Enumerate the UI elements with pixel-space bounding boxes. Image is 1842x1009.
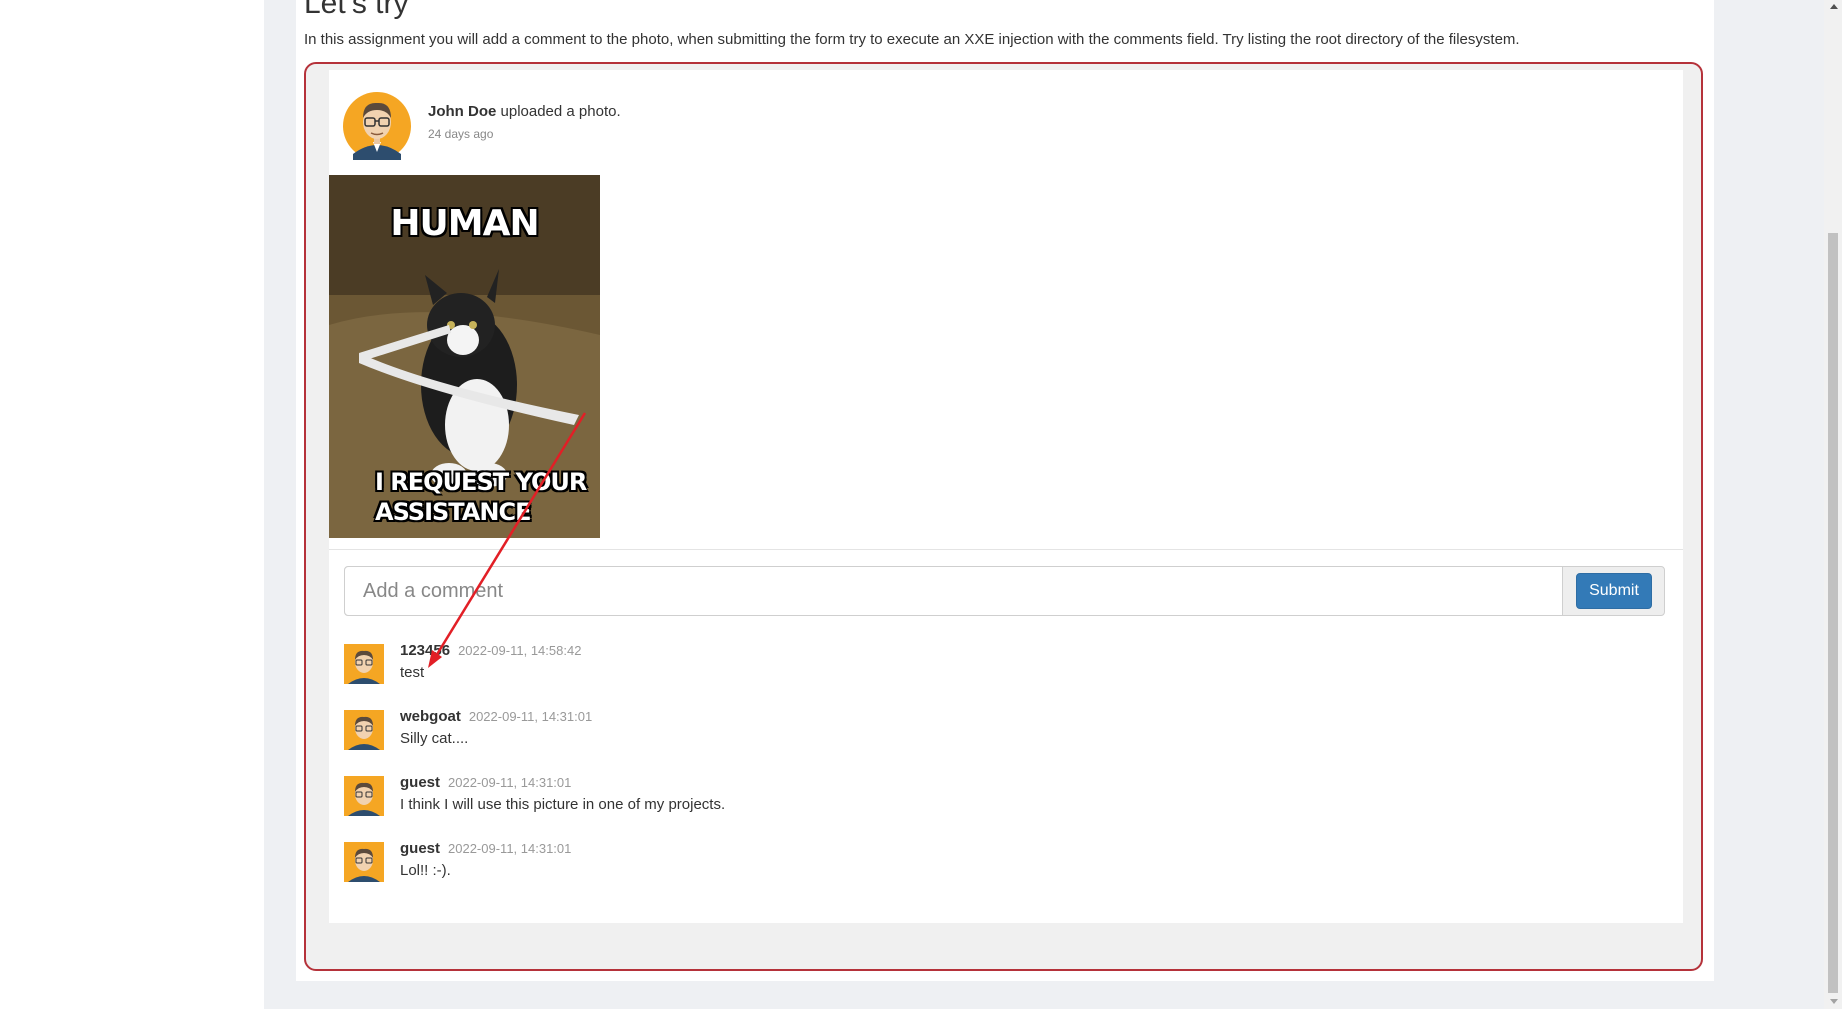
avatar-icon: [344, 644, 384, 684]
scroll-up-arrow-icon[interactable]: [1830, 4, 1838, 9]
comment-user[interactable]: 123456: [400, 642, 450, 659]
scrollbar-thumb[interactable]: [1828, 233, 1838, 993]
scroll-down-arrow-icon[interactable]: [1830, 999, 1838, 1004]
photo-caption-bottom: I REQUEST YOUR ASSISTANCE: [375, 467, 587, 527]
comment-user[interactable]: guest: [400, 774, 440, 791]
comment-header: guest 2022-09-11, 14:31:01: [400, 772, 571, 794]
post-photo: HUMAN I REQUEST YOUR ASSISTANCE: [329, 175, 600, 538]
post-author[interactable]: John Doe: [428, 103, 496, 120]
comment-item: webgoat 2022-09-11, 14:31:01 Silly cat....: [344, 706, 1244, 750]
comment-time: 2022-09-11, 14:31:01: [468, 709, 593, 724]
comment-text: Silly cat....: [400, 730, 469, 747]
comment-text: I think I will use this picture in one o…: [400, 796, 726, 813]
photo-caption-line-1: I REQUEST YOUR: [375, 468, 587, 496]
submit-button[interactable]: Submit: [1576, 573, 1652, 609]
author-avatar-icon: [343, 92, 411, 160]
comment-item: 123456 2022-09-11, 14:58:42 test: [344, 640, 1244, 684]
comment-form: Submit: [344, 566, 1665, 616]
post-divider: [329, 549, 1683, 550]
photo-caption-line-2: ASSISTANCE: [375, 498, 531, 526]
comment-header: webgoat 2022-09-11, 14:31:01: [400, 706, 592, 728]
comment-header: 123456 2022-09-11, 14:58:42: [400, 640, 581, 662]
comment-user[interactable]: webgoat: [400, 708, 461, 725]
assignment-instructions: In this assignment you will add a commen…: [304, 31, 1520, 48]
post-header: John Doe uploaded a photo. 24 days ago: [428, 101, 621, 145]
post-timestamp: 24 days ago: [428, 127, 494, 141]
avatar-icon: [344, 776, 384, 816]
left-sidebar-blank: [0, 0, 264, 1009]
comment-header: guest 2022-09-11, 14:31:01: [400, 838, 571, 860]
comment-item: guest 2022-09-11, 14:31:01 Lol!! :-).: [344, 838, 1244, 882]
avatar-icon: [344, 842, 384, 882]
comment-text: test: [400, 664, 425, 681]
comment-text: Lol!! :-).: [400, 862, 451, 879]
comment-time: 2022-09-11, 14:31:01: [448, 841, 572, 856]
photo-caption-top: HUMAN: [390, 203, 539, 244]
comment-user[interactable]: guest: [400, 840, 440, 857]
avatar-icon: [344, 710, 384, 750]
post-action: uploaded a photo.: [500, 103, 621, 120]
comment-time: 2022-09-11, 14:58:42: [458, 643, 582, 658]
comment-input[interactable]: [345, 567, 1563, 615]
comment-item: guest 2022-09-11, 14:31:01 I think I will …: [344, 772, 1244, 816]
comment-time: 2022-09-11, 14:31:01: [448, 775, 572, 790]
page-title: Let’s try: [304, 0, 409, 20]
